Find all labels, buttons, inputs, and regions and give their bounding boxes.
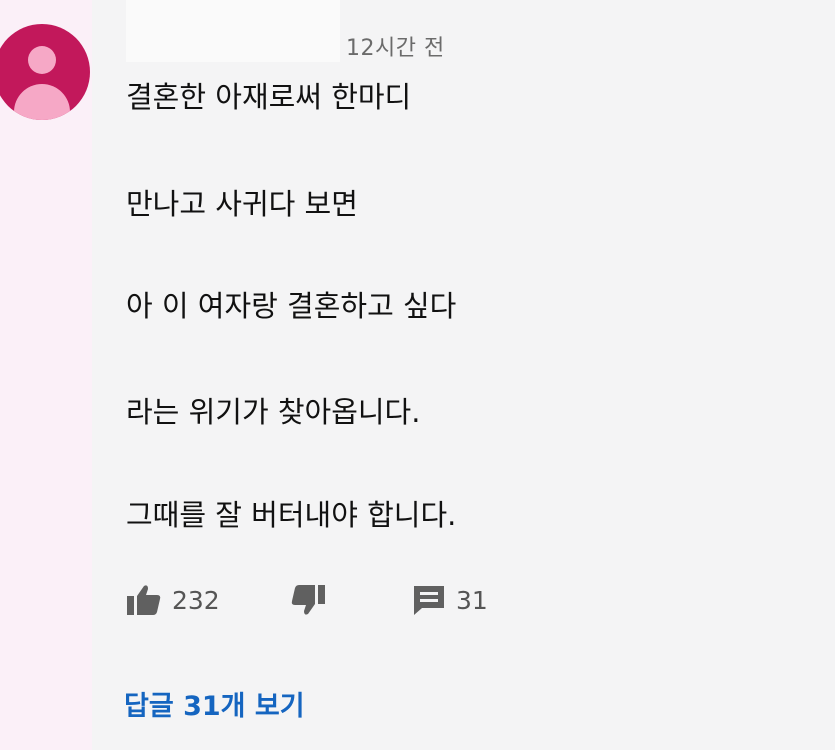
avatar-head-shape — [28, 46, 56, 74]
comment-timestamp[interactable]: 12시간 전 — [346, 30, 445, 62]
reply-count: 31 — [456, 585, 488, 615]
thumbs-up-icon — [127, 585, 161, 615]
comment-line-1: 결혼한 아재로써 한마디 — [126, 80, 412, 114]
comment-actions: 232 31 — [126, 578, 546, 622]
comment-line-4: 라는 위기가 찾아옵니다. — [126, 395, 421, 429]
avatar-body-shape — [14, 84, 70, 120]
dislike-button[interactable] — [290, 578, 326, 622]
reply-button[interactable]: 31 — [412, 578, 488, 622]
like-count: 232 — [172, 585, 220, 615]
view-replies-link[interactable]: 답글 31개 보기 — [124, 684, 305, 723]
thumbs-down-icon — [291, 585, 325, 615]
like-button[interactable]: 232 — [126, 578, 220, 622]
comment-line-2: 만나고 사귀다 보면 — [126, 187, 358, 221]
comment-line-3: 아 이 여자랑 결혼하고 싶다 — [126, 289, 457, 323]
comment-screenshot: 12시간 전 결혼한 아재로써 한마디 만나고 사귀다 보면 아 이 여자랑 결… — [0, 0, 835, 750]
username-redacted — [126, 0, 340, 62]
comment-line-5: 그때를 잘 버터내야 합니다. — [126, 498, 457, 532]
comment-icon — [414, 586, 444, 615]
